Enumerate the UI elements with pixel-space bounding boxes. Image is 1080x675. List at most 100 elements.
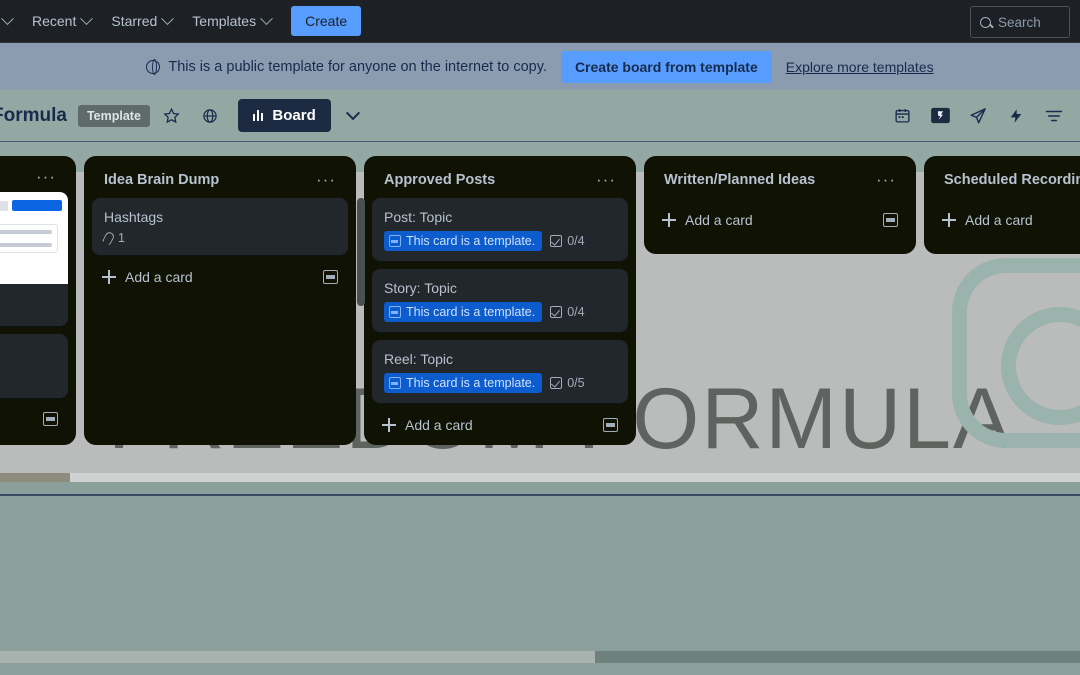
card-template-icon[interactable] xyxy=(323,270,338,284)
list-header: ··· xyxy=(0,164,68,192)
template-icon xyxy=(389,377,401,389)
list-cards: oard xyxy=(0,192,68,398)
page-scrollbar-track[interactable] xyxy=(0,473,1080,482)
checklist-count: 0/4 xyxy=(567,234,585,248)
board-view-icon xyxy=(252,110,264,121)
board-list[interactable]: Approved Posts ··· Post: Topic This card… xyxy=(364,156,636,445)
board-list[interactable]: Scheduled Recordings ··· Add a card xyxy=(924,156,1080,254)
list-menu-icon[interactable]: ··· xyxy=(592,171,620,188)
checklist-badge: 0/4 xyxy=(550,305,585,319)
card-badges: This card is a template. 0/4 xyxy=(384,231,616,251)
list-cards: Hashtags 1 xyxy=(92,198,348,255)
list-cards: Post: Topic This card is a template. 0/4 xyxy=(372,198,628,403)
card-cover-image xyxy=(0,192,68,284)
search-icon xyxy=(980,16,991,28)
list-menu-icon[interactable]: ··· xyxy=(312,171,340,188)
card-badges: This card is a template. 0/5 xyxy=(384,373,616,393)
lower-pane xyxy=(0,482,1080,663)
board-view-label: Board xyxy=(272,107,316,124)
plus-icon xyxy=(102,270,116,284)
card-template-icon[interactable] xyxy=(43,412,58,426)
board-list[interactable]: Written/Planned Ideas ··· Add a card xyxy=(644,156,916,254)
card[interactable] xyxy=(0,334,68,398)
globe-icon[interactable] xyxy=(194,100,226,132)
card-template-icon[interactable] xyxy=(883,213,898,227)
lower-pane-divider xyxy=(0,494,1080,496)
page-scrollbar-thumb[interactable] xyxy=(0,473,70,482)
list-title: Idea Brain Dump xyxy=(104,172,220,188)
plus-icon xyxy=(662,213,676,227)
list-menu-icon[interactable]: ··· xyxy=(872,171,900,188)
card[interactable]: Hashtags 1 xyxy=(92,198,348,255)
card-title: Reel: Topic xyxy=(384,351,454,367)
chevron-down-icon xyxy=(80,11,94,25)
cover-toolbar xyxy=(0,200,62,211)
card[interactable]: Story: Topic This card is a template. 0/… xyxy=(372,269,628,332)
add-card-label: Add a card xyxy=(685,212,753,228)
star-icon[interactable] xyxy=(156,100,188,132)
banner-message: This is a public template for anyone on … xyxy=(168,58,547,75)
board-header-actions xyxy=(880,100,1070,132)
board-view-chevron-icon[interactable] xyxy=(337,100,369,132)
list-vertical-scrollbar[interactable] xyxy=(357,198,365,306)
add-card-button[interactable] xyxy=(0,402,68,430)
card[interactable]: Reel: Topic This card is a template. 0/5 xyxy=(372,340,628,403)
nav-item-recent[interactable]: Recent xyxy=(22,7,101,35)
checklist-count: 0/5 xyxy=(567,376,585,390)
horizontal-scrollbar-track[interactable] xyxy=(0,651,1080,663)
template-badge[interactable]: Template xyxy=(77,104,150,127)
automation-icon[interactable] xyxy=(1000,100,1032,132)
banner-message-group: This is a public template for anyone on … xyxy=(146,59,547,75)
add-card-button[interactable]: Add a card xyxy=(652,202,908,232)
list-title: Approved Posts xyxy=(384,172,496,188)
board-title: Formula xyxy=(0,104,67,126)
create-board-from-template-button[interactable]: Create board from template xyxy=(560,50,772,83)
add-card-button[interactable]: Add a card xyxy=(932,202,1080,232)
card-title: Hashtags xyxy=(104,209,164,225)
board-header: Formula Template Board xyxy=(0,90,1080,142)
horizontal-scrollbar-thumb[interactable] xyxy=(0,651,595,663)
checklist-badge: 0/5 xyxy=(550,376,585,390)
list-header: Approved Posts ··· xyxy=(372,164,628,198)
card-title: Story: Topic xyxy=(384,280,457,296)
card[interactable]: oard xyxy=(0,192,68,326)
search-input[interactable]: Search xyxy=(970,6,1070,38)
filter-icon[interactable] xyxy=(1038,100,1070,132)
nav-item-templates[interactable]: Templates xyxy=(182,7,281,35)
attachment-badge: 1 xyxy=(101,230,125,246)
add-card-button[interactable]: Add a card xyxy=(372,407,628,437)
card-title: Post: Topic xyxy=(384,209,453,225)
card-template-badge: This card is a template. xyxy=(384,231,543,251)
board-view-button[interactable]: Board xyxy=(237,99,331,132)
plus-icon xyxy=(382,418,396,432)
add-card-label: Add a card xyxy=(125,269,193,285)
checklist-icon xyxy=(550,306,563,318)
public-template-banner: This is a public template for anyone on … xyxy=(0,43,1080,90)
card[interactable]: Post: Topic This card is a template. 0/4 xyxy=(372,198,628,261)
calendar-icon[interactable] xyxy=(886,100,918,132)
list-title: Written/Planned Ideas xyxy=(664,172,816,188)
card-template-icon[interactable] xyxy=(603,418,618,432)
card-template-badge: This card is a template. xyxy=(384,373,543,393)
board-list[interactable]: Idea Brain Dump ··· Hashtags 1 Add a car… xyxy=(84,156,356,445)
list-menu-icon[interactable]: ··· xyxy=(32,168,60,185)
nav-item-starred[interactable]: Starred xyxy=(101,7,182,35)
card-template-badge: This card is a template. xyxy=(384,302,543,322)
list-header: Written/Planned Ideas ··· xyxy=(652,164,908,198)
top-navigation-bar: s Recent Starred Templates Create Search xyxy=(0,0,1080,43)
add-card-button[interactable]: Add a card xyxy=(92,259,348,289)
rocket-icon[interactable] xyxy=(962,100,994,132)
template-icon xyxy=(389,235,401,247)
board-canvas: RAM FREEDOM FORMULA ··· xyxy=(0,142,1080,482)
table-view-icon[interactable] xyxy=(924,100,956,132)
nav-item-workspaces[interactable]: s xyxy=(0,7,22,35)
nav-item-label: Templates xyxy=(192,13,257,29)
explore-more-templates-link[interactable]: Explore more templates xyxy=(786,59,934,75)
board-list[interactable]: ··· oard xyxy=(0,156,76,445)
card-title: oard xyxy=(0,284,68,326)
list-header: Scheduled Recordings ··· xyxy=(932,164,1080,198)
card-badges: 1 xyxy=(101,230,336,246)
template-icon xyxy=(389,306,401,318)
create-button[interactable]: Create xyxy=(291,6,362,36)
template-badge-label: This card is a template. xyxy=(406,305,536,319)
